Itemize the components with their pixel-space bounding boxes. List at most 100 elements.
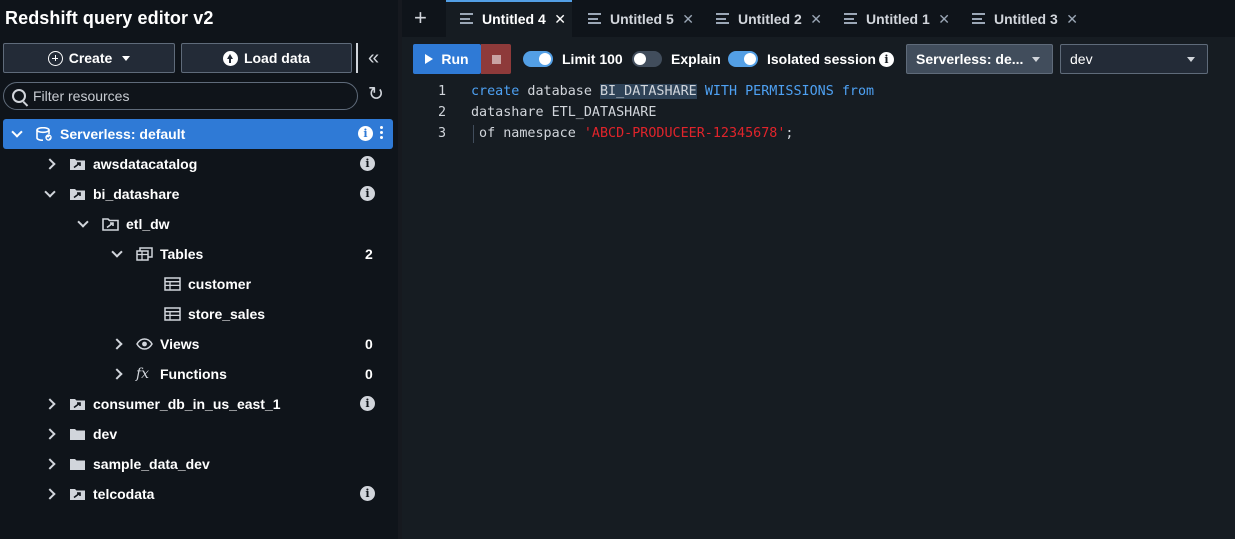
filter-resources-field[interactable] xyxy=(3,82,358,110)
stop-button[interactable] xyxy=(481,44,511,74)
tree-item-consumer-db[interactable]: consumer_db_in_us_east_1 xyxy=(45,394,281,414)
folder-icon xyxy=(70,429,85,440)
chevron-right-icon[interactable] xyxy=(45,429,55,439)
refresh-icon[interactable]: ↻ xyxy=(368,84,388,106)
info-icon[interactable]: i xyxy=(358,126,373,141)
tree-item-customer[interactable]: customer xyxy=(164,274,251,294)
run-button[interactable]: Run xyxy=(413,44,481,74)
chevron-right-icon[interactable] xyxy=(45,159,55,169)
tree-item-serverless-default[interactable]: Serverless: default xyxy=(12,124,185,144)
caret-down-icon xyxy=(1187,57,1195,62)
folder-icon xyxy=(70,459,85,470)
table-icon xyxy=(164,277,181,291)
sql-text: datashare ETL_DATASHARE xyxy=(471,105,657,120)
info-icon[interactable]: i xyxy=(360,186,375,201)
chevron-right-icon[interactable] xyxy=(112,339,122,349)
chevron-down-icon[interactable] xyxy=(12,129,22,139)
explain-toggle[interactable] xyxy=(632,51,662,67)
search-icon xyxy=(12,89,26,103)
tree-item-sample-data-dev[interactable]: sample_data_dev xyxy=(45,454,210,474)
isolated-toggle-group: Isolated session xyxy=(728,51,876,67)
tree-item-dev[interactable]: dev xyxy=(45,424,117,444)
close-icon[interactable]: ✕ xyxy=(810,11,822,28)
info-icon[interactable]: i xyxy=(879,52,894,67)
chevron-right-icon[interactable] xyxy=(112,369,122,379)
query-file-icon xyxy=(972,13,985,24)
chevron-right-icon[interactable] xyxy=(45,459,55,469)
tree-item-telcodata[interactable]: telcodata xyxy=(45,484,154,504)
create-button[interactable]: Create xyxy=(3,43,175,73)
close-icon[interactable]: ✕ xyxy=(1066,11,1078,28)
chevron-down-icon[interactable] xyxy=(78,219,88,229)
tree-item-label: consumer_db_in_us_east_1 xyxy=(93,396,281,412)
database-value: dev xyxy=(1070,51,1093,67)
chevron-down-icon[interactable] xyxy=(112,249,122,259)
code-line-1[interactable]: create database BI_DATASHARE WITH PERMIS… xyxy=(471,84,874,99)
editor-panel: + Untitled 4 ✕ Untitled 5 ✕ Untitled 2 ✕… xyxy=(402,0,1235,539)
chevron-right-icon[interactable] xyxy=(45,399,55,409)
close-icon[interactable]: ✕ xyxy=(938,11,950,28)
sql-editor[interactable]: 1 2 3 create database BI_DATASHARE WITH … xyxy=(402,81,1235,539)
tree-item-label: Functions xyxy=(160,366,227,382)
tree-item-bi-datashare[interactable]: bi_datashare xyxy=(45,184,179,204)
chevron-down-icon[interactable] xyxy=(45,189,55,199)
close-icon[interactable]: ✕ xyxy=(682,11,694,28)
shared-database-icon xyxy=(70,399,85,410)
info-icon[interactable]: i xyxy=(360,156,375,171)
query-file-icon xyxy=(588,13,601,24)
limit-100-toggle[interactable] xyxy=(523,51,553,67)
load-data-button[interactable]: Load data xyxy=(181,43,352,73)
code-line-2[interactable]: datashare ETL_DATASHARE xyxy=(471,105,656,120)
function-icon: fx xyxy=(136,366,150,382)
more-options-icon[interactable] xyxy=(377,124,385,144)
add-tab-icon[interactable]: + xyxy=(414,6,427,30)
database-select[interactable]: dev xyxy=(1060,44,1208,74)
explain-toggle-group: Explain xyxy=(632,51,721,67)
explain-label: Explain xyxy=(671,51,721,67)
line-number: 2 xyxy=(437,105,446,120)
tree-item-label: Views xyxy=(160,336,200,352)
tree-item-store-sales[interactable]: store_sales xyxy=(164,304,265,324)
tab-untitled-2[interactable]: Untitled 2 ✕ xyxy=(702,0,828,37)
shared-database-icon xyxy=(70,159,85,170)
caret-down-icon xyxy=(1032,57,1040,62)
info-icon[interactable]: i xyxy=(360,396,375,411)
tab-untitled-3[interactable]: Untitled 3 ✕ xyxy=(958,0,1084,37)
tab-untitled-1[interactable]: Untitled 1 ✕ xyxy=(830,0,956,37)
app-title: Redshift query editor v2 xyxy=(5,8,214,28)
collapse-sidebar-icon[interactable]: « xyxy=(368,47,388,69)
tree-item-label: dev xyxy=(93,426,118,442)
connection-value: Serverless: de... xyxy=(916,51,1024,67)
tab-label: Untitled 2 xyxy=(738,10,802,27)
info-icon[interactable]: i xyxy=(360,486,375,501)
limit-label: Limit 100 xyxy=(562,51,623,67)
filter-resources-input[interactable] xyxy=(33,88,333,104)
tab-untitled-4[interactable]: Untitled 4 ✕ xyxy=(446,0,572,37)
shared-database-icon xyxy=(70,489,85,500)
isolated-label: Isolated session xyxy=(767,51,876,67)
tab-label: Untitled 4 xyxy=(482,10,546,27)
functions-count: 0 xyxy=(365,366,373,382)
plus-circle-icon xyxy=(47,50,63,66)
stop-icon xyxy=(491,54,501,64)
sidebar-resize-handle[interactable] xyxy=(356,43,358,73)
tree-item-label: sample_data_dev xyxy=(93,456,210,472)
connection-select[interactable]: Serverless: de... xyxy=(906,44,1053,74)
tab-label: Untitled 1 xyxy=(866,10,930,27)
close-icon[interactable]: ✕ xyxy=(554,11,566,28)
tree-item-label: awsdatacatalog xyxy=(93,156,198,172)
views-count: 0 xyxy=(365,336,373,352)
tree-item-tables[interactable]: Tables xyxy=(112,244,203,264)
tab-untitled-5[interactable]: Untitled 5 ✕ xyxy=(574,0,700,37)
sql-text: ; xyxy=(785,126,794,141)
isolated-session-toggle[interactable] xyxy=(728,51,758,67)
chevron-right-icon[interactable] xyxy=(45,489,55,499)
line-number: 1 xyxy=(437,84,446,99)
tree-item-label: telcodata xyxy=(93,486,155,502)
code-line-3[interactable]: of namespace 'ABCD-PRODUCEER-12345678'; xyxy=(471,126,793,141)
tree-item-etl-dw[interactable]: etl_dw xyxy=(78,214,170,234)
tree-item-functions[interactable]: fx Functions xyxy=(112,364,227,384)
tree-item-views[interactable]: Views xyxy=(112,334,199,354)
tree-item-awsdatacatalog[interactable]: awsdatacatalog xyxy=(45,154,197,174)
